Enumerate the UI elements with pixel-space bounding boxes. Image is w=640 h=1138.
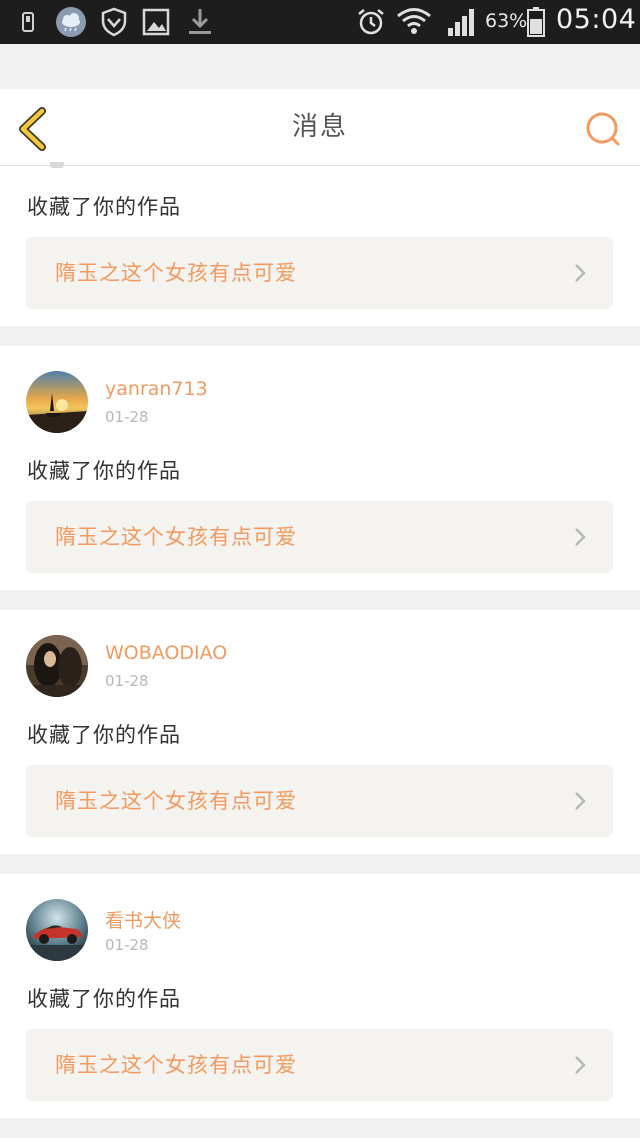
status-bar: 63% 05:04 xyxy=(0,0,640,44)
search-icon xyxy=(586,112,620,146)
message-action-text: 收藏了你的作品 xyxy=(27,459,181,483)
message-date: 01-28 xyxy=(105,936,149,954)
username[interactable]: yanran713 xyxy=(105,378,208,400)
alarm-clock-icon xyxy=(356,6,386,38)
back-arrow-icon xyxy=(19,107,46,151)
work-title: 隋玉之这个女孩有点可爱 xyxy=(55,789,297,813)
battery-icon xyxy=(526,6,546,38)
back-button[interactable] xyxy=(14,107,54,151)
shield-icon xyxy=(100,6,128,38)
message-date: 01-28 xyxy=(105,408,149,426)
work-link[interactable]: 隋玉之这个女孩有点可爱 xyxy=(26,765,613,837)
work-link[interactable]: 隋玉之这个女孩有点可爱 xyxy=(26,501,613,573)
work-title: 隋玉之这个女孩有点可爱 xyxy=(55,1053,297,1077)
message-action-text: 收藏了你的作品 xyxy=(27,195,181,219)
message-action-text: 收藏了你的作品 xyxy=(27,723,181,747)
download-icon xyxy=(186,6,214,38)
work-title: 隋玉之这个女孩有点可爱 xyxy=(55,525,297,549)
message-card: WOBAODIAO 01-28 收藏了你的作品 隋玉之这个女孩有点可爱 xyxy=(0,610,640,854)
chevron-right-icon xyxy=(575,1056,586,1074)
avatar-edge xyxy=(50,162,64,168)
work-title: 隋玉之这个女孩有点可爱 xyxy=(55,261,297,285)
wifi-icon xyxy=(396,6,432,38)
weather-cloud-icon xyxy=(54,6,88,38)
avatar[interactable] xyxy=(26,899,88,961)
battery-percent: 63% xyxy=(485,10,528,32)
chevron-right-icon xyxy=(575,264,586,282)
message-card: yanran713 01-28 收藏了你的作品 隋玉之这个女孩有点可爱 xyxy=(0,346,640,590)
app-header: 消息 xyxy=(0,89,640,166)
phone-notification-icon xyxy=(20,6,36,38)
signal-strength-icon xyxy=(446,6,478,38)
message-card: 看书大侠 01-28 收藏了你的作品 隋玉之这个女孩有点可爱 xyxy=(0,874,640,1118)
message-card: 收藏了你的作品 隋玉之这个女孩有点可爱 xyxy=(0,162,640,326)
avatar[interactable] xyxy=(26,635,88,697)
work-link[interactable]: 隋玉之这个女孩有点可爱 xyxy=(26,1029,613,1101)
username[interactable]: 看书大侠 xyxy=(105,906,181,933)
chevron-right-icon xyxy=(575,792,586,810)
message-action-text: 收藏了你的作品 xyxy=(27,987,181,1011)
chevron-right-icon xyxy=(575,528,586,546)
search-button[interactable] xyxy=(582,109,624,151)
avatar[interactable] xyxy=(26,371,88,433)
page-title: 消息 xyxy=(291,112,348,142)
clock-time: 05:04 xyxy=(556,4,637,35)
message-date: 01-28 xyxy=(105,672,149,690)
username[interactable]: WOBAODIAO xyxy=(105,642,227,664)
work-link[interactable]: 隋玉之这个女孩有点可爱 xyxy=(26,237,613,309)
image-icon xyxy=(142,6,170,38)
